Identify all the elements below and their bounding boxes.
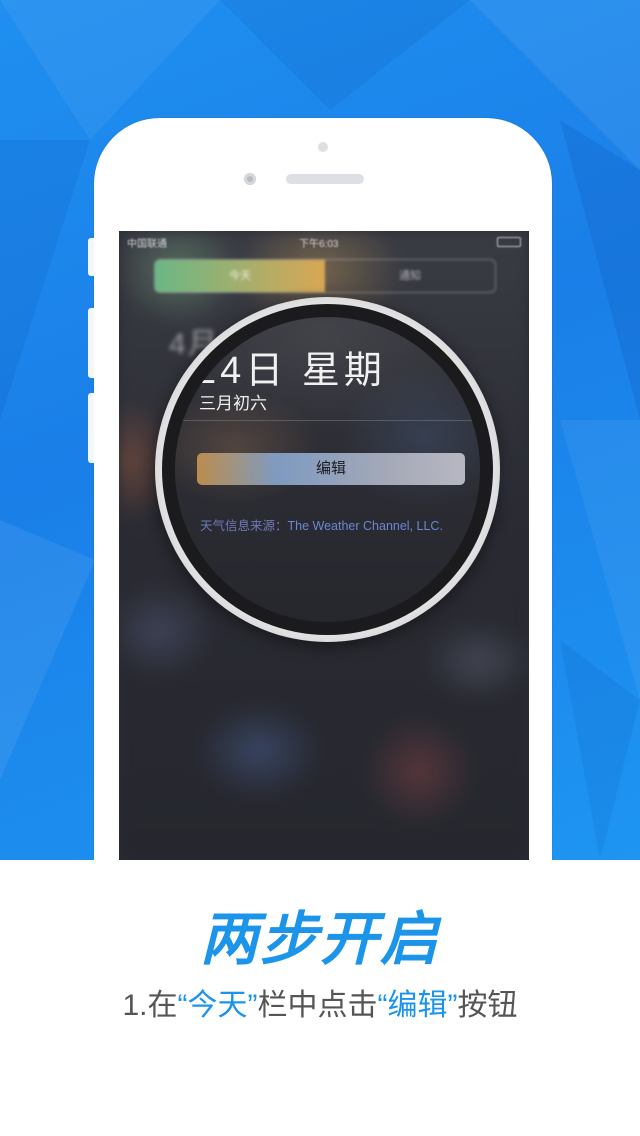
tab-notifications[interactable]: 通知 (325, 260, 495, 292)
volume-down-button (88, 393, 94, 463)
step-instruction: 1.在“今天”栏中点击“编辑”按钮 (0, 980, 640, 1024)
caption-area: 两步开启 1.在“今天”栏中点击“编辑”按钮 (0, 860, 640, 1136)
weather-source-credit: 天气信息来源：The Weather Channel, LLC. (200, 515, 443, 534)
earpiece-speaker (286, 174, 364, 184)
magnifier-glass: 24日 星期 三月初六 编辑 天气信息来源：The Weather Channe… (155, 297, 500, 642)
tab-today[interactable]: 今天 (155, 260, 325, 292)
step-tab-name: “今天” (177, 989, 258, 1022)
step-middle: 栏中点击 (257, 989, 378, 1022)
step-prefix: 1.在 (122, 989, 178, 1022)
divider (175, 420, 480, 421)
front-sensor (318, 142, 328, 152)
weather-source-name: The Weather Channel, LLC. (287, 519, 443, 533)
battery-icon (497, 237, 521, 247)
weather-source-label: 天气信息来源： (200, 519, 288, 533)
edit-button[interactable]: 编辑 (197, 453, 465, 485)
status-time: 下午6:03 (299, 239, 339, 250)
volume-up-button (88, 308, 94, 378)
step-button-name: “编辑” (377, 989, 458, 1022)
status-bar: 中国联通 下午6:03 (119, 231, 529, 251)
carrier-label: 中国联通 (127, 239, 167, 250)
step-suffix: 按钮 (457, 989, 518, 1022)
magnified-date: 24日 星期 (195, 350, 386, 392)
notification-center-tabs: 今天 通知 (154, 259, 496, 293)
magnifier-ring: 24日 星期 三月初六 编辑 天气信息来源：The Weather Channe… (162, 304, 493, 635)
mute-switch (88, 238, 94, 276)
magnifier-lens: 24日 星期 三月初六 编辑 天气信息来源：The Weather Channe… (175, 317, 480, 622)
front-camera (244, 173, 256, 185)
headline: 两步开启 (199, 905, 440, 973)
magnified-lunar-date: 三月初六 (199, 394, 267, 413)
